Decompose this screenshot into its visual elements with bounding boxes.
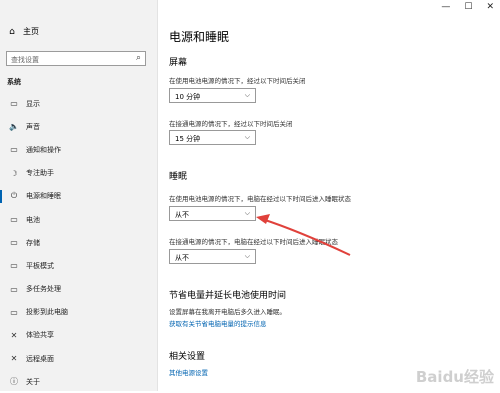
dropdown-value: 15 分钟 [175,135,201,143]
tablet-icon: ▭ [10,261,18,271]
sleep-plugged-dropdown[interactable]: 从不 ⌵ [169,249,256,264]
sidebar-item-label: 远程桌面 [26,354,54,363]
sidebar: ⌂ 主页 查找设置 ⌕ 系统 ▭ 显示 🔈 声音 ▭ 通知和操作 ☽ 专注助手 ⏻ 电源和… [0,0,158,391]
sidebar-item-label: 多任务处理 [26,285,61,294]
sidebar-item-label: 通知和操作 [26,145,61,154]
sidebar-item-label: 投影到此电脑 [26,308,68,317]
sidebar-item-label: 平板模式 [26,261,54,270]
sidebar-item-sound[interactable]: 🔈 声音 [0,115,157,138]
power-tips-link[interactable]: 获取有关节省电脑电量的提示信息 [169,318,267,328]
related-settings-heading: 相关设置 [169,352,206,362]
sidebar-item-about[interactable]: ⓘ 关于 [0,370,157,393]
main-content: 电源和睡眠 屏幕 在使用电池电源的情况下，经过以下时间后关闭 10 分钟 ⌵ 在… [157,0,500,391]
storage-icon: ▭ [10,238,18,248]
projector-icon: ▭ [10,307,18,317]
sidebar-item-focus-assist[interactable]: ☽ 专注助手 [0,162,157,185]
share-icon: ✕ [10,330,18,340]
chevron-down-icon: ⌵ [244,252,250,260]
page-title: 电源和睡眠 [169,30,230,44]
sidebar-item-battery[interactable]: ▭ 电池 [0,208,157,231]
home-icon: ⌂ [9,26,15,37]
sidebar-item-label: 专注助手 [26,169,54,178]
search-icon[interactable]: ⌕ [136,53,141,63]
chevron-down-icon: ⌵ [244,133,250,141]
sidebar-item-label: 存储 [26,238,40,247]
chevron-down-icon: ⌵ [244,209,250,217]
home-label: 主页 [23,27,39,36]
sidebar-item-notifications[interactable]: ▭ 通知和操作 [0,138,157,161]
sidebar-item-tablet-mode[interactable]: ▭ 平板模式 [0,254,157,277]
sidebar-item-multitasking[interactable]: ▭ 多任务处理 [0,278,157,301]
screen-battery-desc: 在使用电池电源的情况下，经过以下时间后关闭 [169,77,306,85]
sleep-plugged-desc: 在接通电源的情况下，电脑在经过以下时间后进入睡眠状态 [169,238,338,246]
search-placeholder: 查找设置 [11,56,39,64]
sidebar-item-label: 声音 [26,122,40,131]
additional-power-settings-link[interactable]: 其他电源设置 [169,367,208,377]
remote-desktop-icon: ✕ [10,354,18,364]
sidebar-item-label: 电池 [26,215,40,224]
speaker-icon: 🔈 [9,122,19,132]
battery-icon: ▭ [10,215,18,225]
dropdown-value: 从不 [175,254,189,262]
save-power-heading: 节省电量并延长电池使用时间 [169,291,287,301]
sidebar-section-title: 系统 [7,78,21,86]
sidebar-item-remote-desktop[interactable]: ✕ 远程桌面 [0,347,157,370]
sidebar-item-power-sleep[interactable]: ⏻ 电源和睡眠 [0,185,157,208]
sidebar-item-label: 关于 [26,377,40,386]
save-power-desc: 设置屏幕在我离开电脑后多久进入睡眠。 [169,308,286,316]
power-icon: ⏻ [10,191,18,201]
sleep-battery-dropdown[interactable]: 从不 ⌵ [169,206,256,221]
sidebar-item-label: 显示 [26,99,40,108]
sidebar-item-storage[interactable]: ▭ 存储 [0,231,157,254]
multitasking-icon: ▭ [10,284,18,294]
sidebar-item-label: 电源和睡眠 [26,192,61,201]
display-icon: ▭ [10,99,18,109]
dropdown-value: 从不 [175,211,189,219]
sleep-heading: 睡眠 [169,172,188,182]
dropdown-value: 10 分钟 [175,93,201,101]
sidebar-item-shared-experiences[interactable]: ✕ 体验共享 [0,324,157,347]
search-input[interactable]: 查找设置 ⌕ [6,51,146,66]
screen-plugged-dropdown[interactable]: 15 分钟 ⌵ [169,130,256,145]
screen-battery-dropdown[interactable]: 10 分钟 ⌵ [169,88,256,103]
sidebar-nav-list: ▭ 显示 🔈 声音 ▭ 通知和操作 ☽ 专注助手 ⏻ 电源和睡眠 ▭ 电池 ▭ 存储 ▭ 平板模… [0,92,157,393]
info-icon: ⓘ [10,377,18,387]
moon-icon: ☽ [10,168,18,178]
notification-icon: ▭ [10,145,18,155]
sleep-battery-desc: 在使用电池电源的情况下，电脑在经过以下时间后进入睡眠状态 [169,195,351,203]
screen-plugged-desc: 在接通电源的情况下，经过以下时间后关闭 [169,120,293,128]
sidebar-item-label: 体验共享 [26,331,54,340]
sidebar-item-display[interactable]: ▭ 显示 [0,92,157,115]
home-nav-item[interactable]: ⌂ 主页 [7,26,39,37]
screen-heading: 屏幕 [169,58,188,68]
chevron-down-icon: ⌵ [244,91,250,99]
watermark: Baidu经验 [415,368,494,386]
sidebar-item-projecting[interactable]: ▭ 投影到此电脑 [0,301,157,324]
